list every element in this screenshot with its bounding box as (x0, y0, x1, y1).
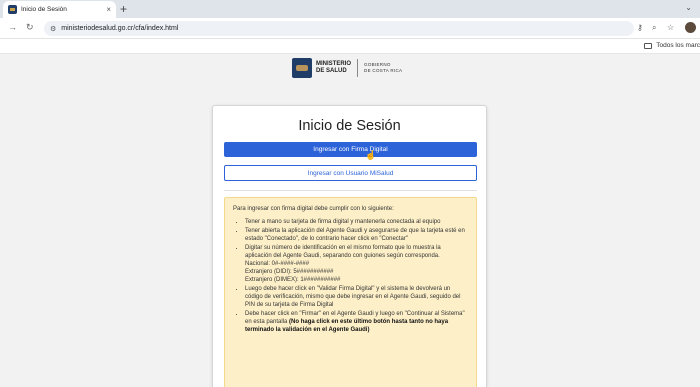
forward-icon[interactable]: → (8, 22, 17, 32)
url-input[interactable]: ⚙ ministeriodesalud.go.cr/cfa/index.html (44, 21, 634, 36)
profile-avatar[interactable] (685, 22, 696, 33)
reload-icon[interactable]: ↻ (26, 22, 34, 33)
page-title: Inicio de Sesión (298, 118, 401, 134)
tab-search-icon[interactable]: ⌄ (685, 3, 692, 12)
site-info-icon[interactable]: ⚙ (50, 25, 56, 33)
zoom-icon[interactable]: ⌕ (652, 23, 656, 33)
list-item: Tener abierta la aplicación del Agente G… (245, 227, 468, 243)
instructions-list: Tener a mano su tarjeta de firma digital… (233, 218, 468, 334)
bookmark-folder-label: Todos los marc (656, 42, 700, 49)
site-favicon-icon (8, 5, 17, 14)
list-item: Digitar su número de identificación en e… (245, 244, 468, 284)
logo-divider (357, 59, 359, 77)
login-card: Inicio de Sesión Ingresar con Firma Digi… (212, 105, 487, 387)
url-text: ministeriodesalud.go.cr/cfa/index.html (61, 25, 179, 32)
folder-icon (644, 42, 653, 49)
new-tab-icon[interactable]: + (120, 2, 127, 16)
list-item-text: Tener abierta la aplicación del Agente G… (245, 228, 465, 242)
list-item: Luego debe hacer click en "Validar Firma… (245, 285, 468, 309)
id-format-didi: Extranjero (DIDI): 5########### (245, 269, 334, 275)
bookmarks-bar: Todos los marc (0, 39, 700, 54)
instructions-alert: Para ingresar con firma digital debe cum… (224, 197, 477, 387)
all-bookmarks-folder[interactable]: Todos los marc (644, 42, 700, 49)
instructions-intro: Para ingresar con firma digital debe cum… (233, 206, 394, 212)
usuario-misalud-button[interactable]: Ingresar con Usuario MiSalud (224, 165, 477, 181)
address-bar: → ↻ ⚙ ministeriodesalud.go.cr/cfa/index.… (0, 18, 700, 39)
password-key-icon[interactable]: ⚷ (637, 23, 643, 32)
mouse-cursor-icon: ☝ (365, 150, 377, 160)
ministry-name-line2: DE SALUD (316, 68, 347, 74)
list-item: Debe hacer click en "Firmar" en el Agent… (245, 310, 468, 334)
ministry-name-line1: MINISTERIO (316, 61, 352, 67)
list-item-text: Luego debe hacer click en "Validar Firma… (245, 286, 461, 308)
bookmark-star-icon[interactable]: ☆ (667, 23, 674, 32)
government-name: GOBIERNO DE COSTA RICA (364, 62, 402, 74)
tab-strip: Inicio de Sesión × + ⌄ (0, 0, 700, 18)
government-line2: DE COSTA RICA (364, 68, 403, 73)
firma-digital-button[interactable]: Ingresar con Firma Digital (224, 142, 477, 157)
ministry-logo: MINISTERIO DE SALUD GOBIERNO DE COSTA RI… (292, 58, 402, 78)
id-format-nacional: Nacional: 0#-####-#### (245, 261, 310, 267)
ministry-seal-icon (292, 58, 312, 78)
tab-title: Inicio de Sesión (21, 6, 67, 13)
id-format-dimex: Extranjero (DIMEX): 1########### (245, 277, 341, 283)
divider (224, 190, 477, 191)
browser-tab[interactable]: Inicio de Sesión × (3, 1, 116, 18)
list-item-text: Tener a mano su tarjeta de firma digital… (245, 219, 441, 225)
ministry-name: MINISTERIO DE SALUD (316, 61, 351, 75)
close-tab-icon[interactable]: × (106, 5, 111, 14)
list-item-text: Digitar su número de identificación en e… (245, 245, 441, 259)
list-item: Tener a mano su tarjeta de firma digital… (245, 218, 468, 226)
